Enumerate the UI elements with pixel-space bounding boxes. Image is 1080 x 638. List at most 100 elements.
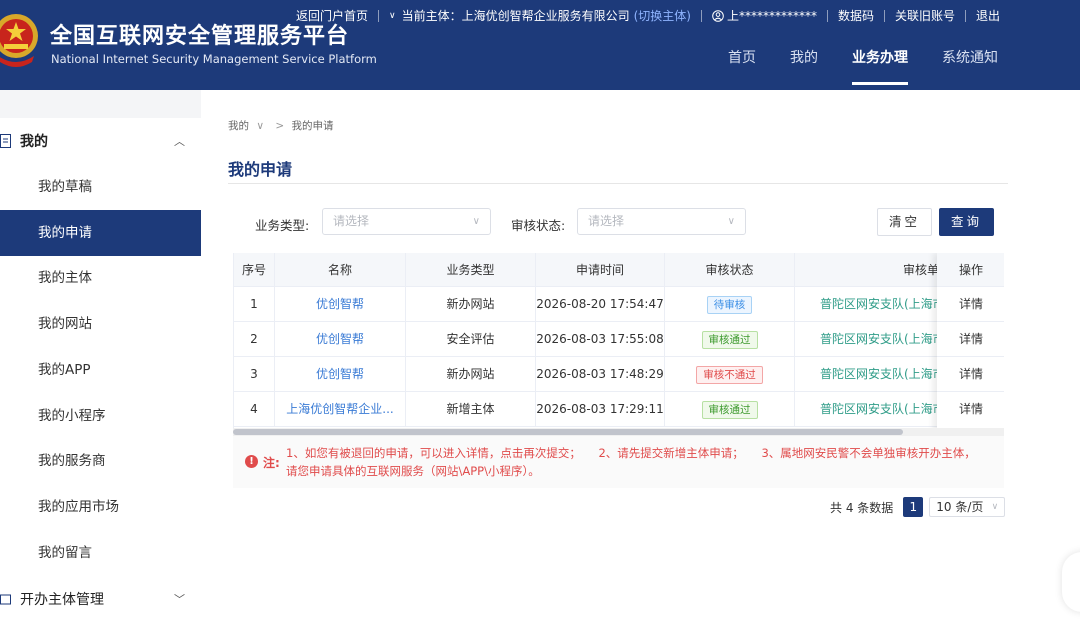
sidebar-group-label: 我的 [20, 134, 48, 150]
sidebar-item-mini-programs[interactable]: 我的小程序 [0, 393, 201, 439]
breadcrumb-root[interactable]: 我的 [228, 120, 249, 132]
notice-label: 注: [263, 456, 280, 470]
nav-business[interactable]: 业务办理 [852, 47, 908, 85]
business-type-select[interactable]: 请选择 ∨ [322, 208, 491, 235]
row-name-link[interactable]: 优创智帮 [275, 357, 406, 392]
top-links: 返回门户首页 ∨ 当前主体：上海优创智帮企业服务有限公司 (切换主体) 上***… [296, 7, 1000, 24]
row-status: 审核不通过 [665, 357, 795, 392]
row-name-link[interactable]: 上海优创智帮企业... [275, 392, 406, 427]
detail-link[interactable]: 详情 [937, 392, 1004, 427]
sidebar-item-service-providers[interactable]: 我的服务商 [0, 438, 201, 484]
table-row: 1 优创智帮 新办网站 2026-08-20 17:54:47 待审核 普陀区网… [234, 287, 1004, 322]
nav-my[interactable]: 我的 [790, 47, 818, 75]
chevron-down-icon: ∨ [256, 120, 265, 132]
sidebar-item-app-markets[interactable]: 我的应用市场 [0, 484, 201, 530]
table-row: 3 优创智帮 新办网站 2026-08-03 17:48:29 审核不通过 普陀… [234, 357, 1004, 392]
col-status: 审核状态 [665, 253, 795, 287]
link-old-account-link[interactable]: 关联旧账号 [895, 7, 955, 24]
horizontal-scrollbar[interactable] [233, 429, 903, 435]
row-status: 审核通过 [665, 392, 795, 427]
digital-code-link[interactable]: 数据码 [838, 7, 874, 24]
current-entity: ∨ 当前主体：上海优创智帮企业服务有限公司 (切换主体) [389, 7, 691, 24]
title-divider [228, 183, 1008, 184]
business-type-label: 业务类型: [255, 218, 310, 233]
main-nav: 首页 我的 业务办理 系统通知 [728, 47, 998, 85]
divider [701, 9, 702, 22]
table-header: 序号 名称 业务类型 申请时间 审核状态 审核单 [234, 253, 1004, 287]
sidebar-group-label: 开办主体管理 [20, 592, 104, 608]
row-status: 待审核 [665, 287, 795, 322]
audit-status-placeholder: 请选择 [588, 214, 625, 228]
breadcrumb-current: 我的申请 [291, 120, 334, 132]
row-time: 2026-08-03 17:55:08 [536, 322, 665, 357]
clear-button[interactable]: 清空 [877, 208, 932, 236]
col-index: 序号 [234, 253, 275, 287]
page-number-current[interactable]: 1 [903, 497, 924, 517]
query-button[interactable]: 查询 [939, 208, 994, 236]
floating-service-button[interactable] [1062, 552, 1080, 612]
sidebar-item-entities[interactable]: 我的主体 [0, 255, 201, 301]
notice-item-1: 1、如您有被退回的申请，可以进入详情，点击再次提交； [286, 446, 581, 460]
audit-status-select[interactable]: 请选择 ∨ [577, 208, 746, 235]
chevron-down-icon: ∨ [727, 216, 735, 227]
status-badge: 审核通过 [701, 330, 758, 349]
sidebar-group-entity-management[interactable]: 开办主体管理 ﹀ [0, 576, 201, 622]
row-time: 2026-08-03 17:48:29 [536, 357, 665, 392]
sidebar-group-my[interactable]: 我的 ︿ [0, 118, 201, 164]
chevron-down-icon: ∨ [472, 216, 480, 227]
col-type: 业务类型 [406, 253, 536, 287]
sidebar-item-messages[interactable]: 我的留言 [0, 530, 201, 576]
portal-home-link[interactable]: 返回门户首页 [296, 7, 368, 24]
divider [378, 9, 380, 22]
detail-link[interactable]: 详情 [937, 322, 1004, 357]
sidebar-item-websites[interactable]: 我的网站 [0, 301, 201, 347]
notice-item-3-cont: 请您申请具体的互联网服务（网站\APP\小程序）。 [286, 464, 540, 478]
sidebar-item-drafts[interactable]: 我的草稿 [0, 164, 201, 210]
row-status: 审核通过 [665, 322, 795, 357]
row-name-link[interactable]: 优创智帮 [275, 322, 406, 357]
status-badge: 审核不通过 [696, 365, 763, 384]
sidebar-item-applications[interactable]: 我的申请 [0, 210, 201, 256]
row-index: 4 [234, 392, 275, 427]
nav-notifications[interactable]: 系统通知 [942, 47, 998, 75]
breadcrumb: 我的 ∨ > 我的申请 [228, 118, 334, 133]
user-menu[interactable]: 上************* [712, 7, 817, 24]
business-type-placeholder: 请选择 [333, 214, 370, 228]
chevron-down-icon: ﹀ [174, 593, 185, 606]
pagination: 共 4 条数据 1 10 条/页 ∨ [830, 497, 1006, 517]
notice-item-2: 2、请先提交新增主体申请； [598, 446, 744, 460]
detail-link[interactable]: 详情 [937, 287, 1004, 322]
col-time: 申请时间 [536, 253, 665, 287]
platform-title-en: National Internet Security Management Se… [51, 52, 377, 66]
page-size-value: 10 条/页 [936, 500, 984, 514]
folder-icon [0, 594, 11, 605]
status-badge: 审核通过 [701, 400, 758, 419]
chevron-down-icon: ∨ [991, 502, 999, 512]
switch-entity-link[interactable]: (切换主体) [634, 7, 691, 24]
total-count: 共 4 条数据 [830, 500, 894, 515]
page-size-select[interactable]: 10 条/页 ∨ [929, 497, 1006, 517]
detail-link[interactable]: 详情 [937, 357, 1004, 392]
page-title: 我的申请 [228, 160, 293, 179]
notice-box: ! 注: 1、如您有被退回的申请，可以进入详情，点击再次提交； 2、请先提交新增… [233, 436, 1004, 488]
row-index: 1 [234, 287, 275, 322]
row-name-link[interactable]: 优创智帮 [275, 287, 406, 322]
header: 全国互联网安全管理服务平台 National Internet Security… [0, 0, 1080, 90]
user-name: 上************* [727, 9, 818, 23]
table-row: 2 优创智帮 安全评估 2026-08-03 17:55:08 审核通过 普陀区… [234, 322, 1004, 357]
notice-item-3: 3、属地网安民警不会单独审核开办主体， [761, 446, 976, 460]
user-icon [712, 9, 724, 22]
row-type: 新办网站 [406, 357, 536, 392]
divider [965, 9, 967, 22]
divider [884, 9, 886, 22]
sidebar: 我的 ︿ 我的草稿 我的申请 我的主体 我的网站 我的APP 我的小程序 我的服… [0, 118, 201, 638]
operation-column: 操作 详情 详情 详情 详情 [937, 253, 1004, 433]
breadcrumb-separator: > [275, 120, 285, 132]
col-name: 名称 [275, 253, 406, 287]
sidebar-item-apps[interactable]: 我的APP [0, 347, 201, 393]
row-time: 2026-08-03 17:29:11 [536, 392, 665, 427]
logout-link[interactable]: 退出 [976, 7, 1000, 24]
row-index: 2 [234, 322, 275, 357]
national-emblem-icon [0, 14, 38, 67]
nav-home[interactable]: 首页 [728, 47, 756, 75]
